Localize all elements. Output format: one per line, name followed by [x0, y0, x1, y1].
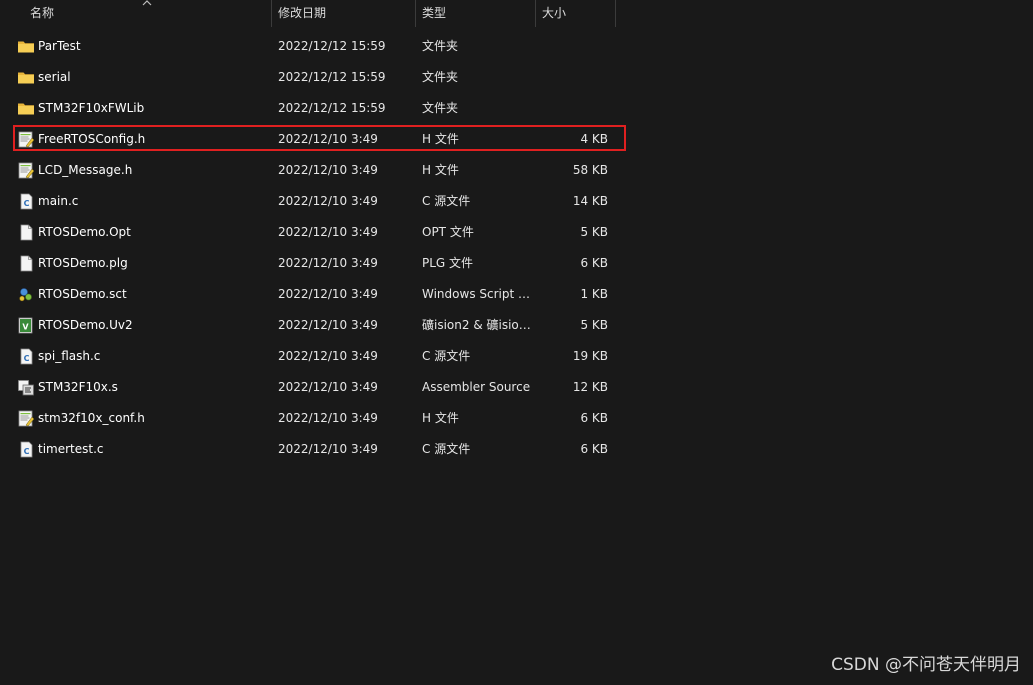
- file-row[interactable]: V RTOSDemo.Uv2 2022/12/10 3:49 礦ision2 & 礦i…: [0, 310, 640, 341]
- file-type: C 源文件: [422, 442, 471, 456]
- file-size: 12 KB: [572, 380, 608, 394]
- file-name: stm32f10x_conf.h: [38, 411, 145, 425]
- file-row[interactable]: Cspi_flash.c 2022/12/10 3:49 C 源文件 19 KB: [0, 341, 640, 372]
- folder-icon: [17, 69, 35, 86]
- file-date: 2022/12/10 3:49: [278, 132, 378, 146]
- file-date: 2022/12/10 3:49: [278, 163, 378, 177]
- file-row-highlighted[interactable]: FreeRTOSConfig.h 2022/12/10 3:49 H 文件 4 KB: [0, 124, 640, 155]
- file-name: RTOSDemo.Uv2: [38, 318, 133, 332]
- file-date: 2022/12/10 3:49: [278, 256, 378, 270]
- column-header-name[interactable]: 名称: [30, 0, 54, 27]
- file-name: timertest.c: [38, 442, 104, 456]
- svg-text:V: V: [22, 323, 29, 332]
- column-divider[interactable]: [535, 0, 536, 27]
- file-date: 2022/12/10 3:49: [278, 380, 378, 394]
- file-size: 6 KB: [580, 442, 608, 456]
- file-type: OPT 文件: [422, 225, 474, 239]
- file-date: 2022/12/12 15:59: [278, 70, 386, 84]
- file-date: 2022/12/10 3:49: [278, 442, 378, 456]
- c-file-icon: C: [17, 348, 35, 365]
- file-row[interactable]: Ctimertest.c 2022/12/10 3:49 C 源文件 6 KB: [0, 434, 640, 465]
- file-type: 文件夹: [422, 39, 459, 53]
- file-row[interactable]: ParTest 2022/12/12 15:59 文件夹: [0, 31, 640, 62]
- file-type: Windows Script Component: [422, 287, 534, 301]
- file-size: 5 KB: [580, 318, 608, 332]
- svg-text:C: C: [24, 447, 30, 456]
- file-date: 2022/12/10 3:49: [278, 194, 378, 208]
- file-date: 2022/12/10 3:49: [278, 287, 378, 301]
- file-type: H 文件: [422, 132, 459, 146]
- h-file-icon: [17, 131, 35, 148]
- file-type: C 源文件: [422, 349, 471, 363]
- file-size: [536, 62, 608, 93]
- svg-text:C: C: [24, 354, 30, 363]
- file-size: 14 KB: [572, 194, 608, 208]
- file-date: 2022/12/10 3:49: [278, 318, 378, 332]
- file-type: 文件夹: [422, 101, 459, 115]
- file-size: 58 KB: [572, 163, 608, 177]
- folder-icon: [17, 38, 35, 55]
- script-file-icon: [17, 286, 35, 303]
- column-header-type[interactable]: 类型: [422, 0, 446, 27]
- svg-text:C: C: [24, 199, 30, 208]
- uvision-file-icon: V: [17, 317, 35, 334]
- generic-file-icon: [17, 224, 35, 241]
- file-row[interactable]: stm32f10x_conf.h 2022/12/10 3:49 H 文件 6 KB: [0, 403, 640, 434]
- c-file-icon: C: [17, 441, 35, 458]
- file-date: 2022/12/12 15:59: [278, 101, 386, 115]
- file-name: RTOSDemo.Opt: [38, 225, 131, 239]
- file-type: H 文件: [422, 411, 459, 425]
- file-name: RTOSDemo.plg: [38, 256, 128, 270]
- file-size: 5 KB: [580, 225, 608, 239]
- file-type: C 源文件: [422, 194, 471, 208]
- file-row[interactable]: RTOSDemo.sct 2022/12/10 3:49 Windows Scrip…: [0, 279, 640, 310]
- file-name: ParTest: [38, 39, 81, 53]
- column-divider[interactable]: [615, 0, 616, 27]
- generic-file-icon: [17, 255, 35, 272]
- file-row[interactable]: LCD_Message.h 2022/12/10 3:49 H 文件 58 KB: [0, 155, 640, 186]
- file-name: LCD_Message.h: [38, 163, 133, 177]
- file-row[interactable]: STM32F10xFWLib 2022/12/12 15:59 文件夹: [0, 93, 640, 124]
- file-size: 6 KB: [580, 256, 608, 270]
- c-file-icon: C: [17, 193, 35, 210]
- asm-file-icon: [17, 379, 35, 396]
- column-divider[interactable]: [415, 0, 416, 27]
- file-name: RTOSDemo.sct: [38, 287, 127, 301]
- sort-ascending-icon: [142, 0, 152, 6]
- h-file-icon: [17, 410, 35, 427]
- file-date: 2022/12/10 3:49: [278, 225, 378, 239]
- column-header-date[interactable]: 修改日期: [278, 0, 326, 27]
- h-file-icon: [17, 162, 35, 179]
- file-row[interactable]: RTOSDemo.Opt 2022/12/10 3:49 OPT 文件 5 KB: [0, 217, 640, 248]
- file-name: serial: [38, 70, 71, 84]
- column-divider[interactable]: [271, 0, 272, 27]
- file-size: 19 KB: [572, 349, 608, 363]
- file-type: 文件夹: [422, 70, 459, 84]
- file-name: main.c: [38, 194, 79, 208]
- file-size: 1 KB: [580, 287, 608, 301]
- file-row[interactable]: Cmain.c 2022/12/10 3:49 C 源文件 14 KB: [0, 186, 640, 217]
- file-size: 6 KB: [580, 411, 608, 425]
- file-name: spi_flash.c: [38, 349, 101, 363]
- file-type: PLG 文件: [422, 256, 474, 270]
- file-name: STM32F10x.s: [38, 380, 118, 394]
- file-row[interactable]: STM32F10x.s 2022/12/10 3:49 Assembler Sour…: [0, 372, 640, 403]
- file-date: 2022/12/10 3:49: [278, 411, 378, 425]
- column-header-size[interactable]: 大小: [542, 0, 566, 27]
- file-size: [536, 31, 608, 62]
- watermark: CSDN @不问苍天伴明月: [831, 655, 1021, 675]
- file-name: FreeRTOSConfig.h: [38, 132, 146, 146]
- file-type: H 文件: [422, 163, 459, 177]
- file-size: 4 KB: [580, 132, 608, 146]
- file-type: 礦ision2 & 礦ision3 Project: [422, 318, 534, 332]
- file-date: 2022/12/10 3:49: [278, 349, 378, 363]
- folder-icon: [17, 100, 35, 117]
- file-row[interactable]: serial 2022/12/12 15:59 文件夹: [0, 62, 640, 93]
- file-date: 2022/12/12 15:59: [278, 39, 386, 53]
- file-type: Assembler Source: [422, 380, 531, 394]
- column-header-bar: 名称 修改日期 类型 大小: [0, 0, 1033, 27]
- file-row[interactable]: RTOSDemo.plg 2022/12/10 3:49 PLG 文件 6 KB: [0, 248, 640, 279]
- file-name: STM32F10xFWLib: [38, 101, 145, 115]
- file-size: [536, 93, 608, 124]
